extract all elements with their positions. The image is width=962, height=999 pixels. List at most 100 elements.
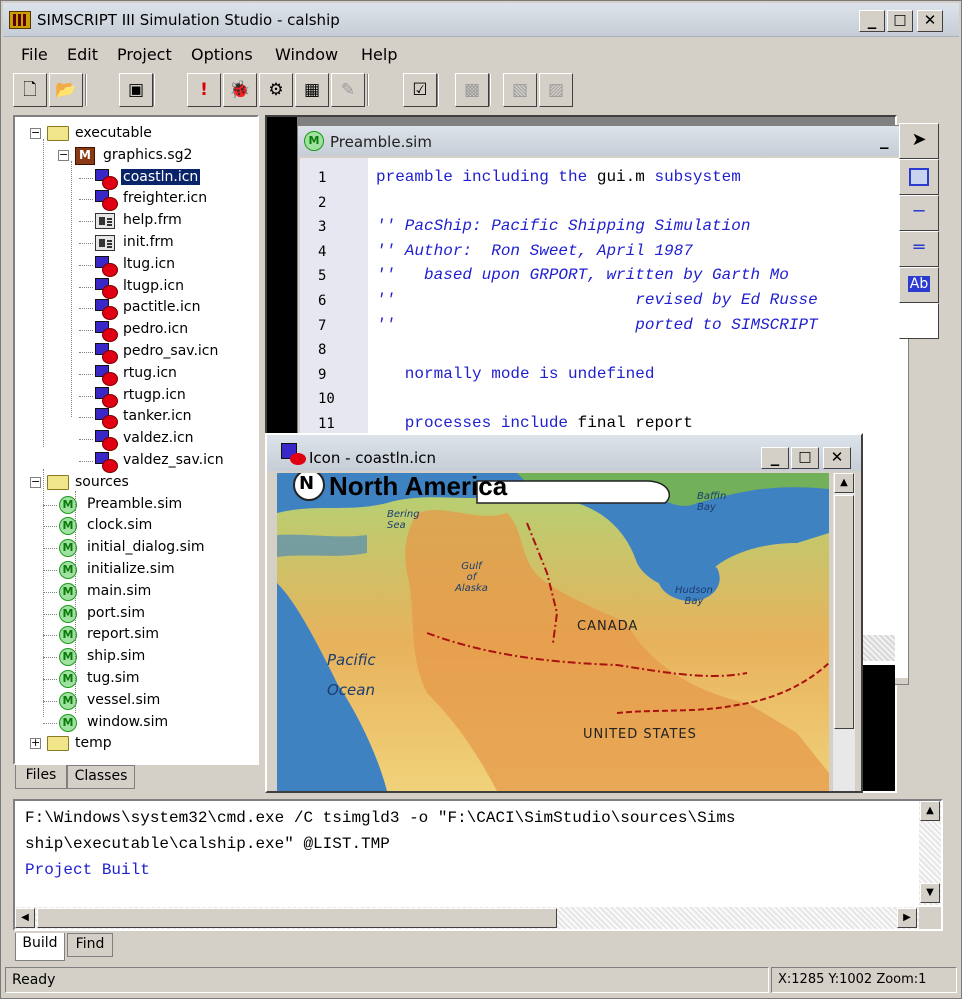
maximize-button[interactable]: □: [887, 10, 913, 32]
open-folder-icon[interactable]: 📂: [49, 73, 83, 107]
tree-connector: [79, 417, 93, 419]
tree-item[interactable]: init.frm: [15, 232, 255, 254]
tree-item-label: valdez.icn: [123, 430, 194, 447]
tree-item[interactable]: Mport.sim: [15, 603, 255, 625]
output-vertical-scrollbar[interactable]: ▲ ▼: [919, 801, 941, 905]
north-america-map[interactable]: N North America Bering Sea Gulf of Alask…: [277, 473, 829, 791]
output-scroll-right-icon[interactable]: ▶: [897, 908, 917, 928]
map-label-ocean: Ocean: [327, 681, 375, 699]
build-output-pane[interactable]: F:\Windows\system32\cmd.exe /C tsimgld3 …: [13, 799, 943, 931]
icon-minimize-button[interactable]: _: [761, 447, 789, 469]
new-file-icon[interactable]: 🗋: [13, 73, 47, 107]
menu-file[interactable]: File: [21, 45, 48, 64]
tree-item[interactable]: ltugp.icn: [15, 276, 255, 299]
close-button[interactable]: ✕: [917, 10, 943, 32]
code-line: '' Author: Ron Sweet, April 1987: [376, 242, 693, 260]
tree-item[interactable]: Mmain.sim: [15, 581, 255, 603]
expand-plus-icon[interactable]: +: [30, 737, 41, 750]
collapse-minus-icon[interactable]: −: [30, 127, 41, 139]
tree-item[interactable]: ltug.icn: [15, 254, 255, 277]
tree-item[interactable]: coastln.icn: [15, 167, 255, 190]
tree-item[interactable]: Mtug.sim: [15, 668, 255, 690]
sim-file-icon: M: [304, 131, 324, 151]
icon-window-title-bar[interactable]: Icon - coastln.icn _ □ ✕: [267, 435, 861, 471]
grid-disabled-icon[interactable]: ▩: [455, 73, 489, 107]
text-tool-glyph: Ab: [907, 276, 931, 292]
tree-item[interactable]: pactitle.icn: [15, 297, 255, 321]
menu-project[interactable]: Project: [117, 45, 172, 64]
tree-item[interactable]: valdez.icn: [15, 428, 255, 452]
tree-item-label: clock.sim: [87, 517, 153, 534]
minimize-button[interactable]: _: [859, 10, 885, 32]
map-title: North America: [329, 473, 508, 501]
collapse-minus-icon[interactable]: −: [30, 476, 41, 488]
tree-item-label: tanker.icn: [123, 408, 192, 425]
tree-item[interactable]: − executable: [15, 123, 255, 145]
editor-title-bar[interactable]: M Preamble.sim _: [298, 126, 908, 156]
tree-item[interactable]: − sources: [15, 472, 255, 494]
tree-item[interactable]: help.frm: [15, 210, 255, 232]
tab-find[interactable]: Find: [67, 933, 113, 957]
pointer-arrow-icon[interactable]: ➤: [899, 123, 939, 159]
tab-classes[interactable]: Classes: [67, 765, 135, 789]
collapse-minus-icon[interactable]: −: [58, 149, 69, 161]
tab-files[interactable]: Files: [15, 765, 67, 789]
tree-item[interactable]: Mreport.sim: [15, 624, 255, 646]
tree-item[interactable]: tanker.icn: [15, 406, 255, 430]
tree-connector: [79, 352, 93, 353]
graphic-disabled-icon[interactable]: ▧: [503, 73, 537, 107]
icon-file-icon: [95, 408, 118, 430]
line-number: 6: [318, 293, 327, 309]
tree-item[interactable]: Mship.sim: [15, 646, 255, 668]
tree-connector: [79, 264, 93, 266]
tree-item[interactable]: rtugp.icn: [15, 385, 255, 408]
properties-icon[interactable]: ☑: [403, 73, 437, 107]
tree-item[interactable]: rtug.icn: [15, 363, 255, 386]
tree-item[interactable]: Minitialize.sim: [15, 559, 255, 581]
tree-item[interactable]: + temp: [15, 733, 255, 755]
tab-build[interactable]: Build: [15, 933, 65, 961]
graphic2-disabled-icon[interactable]: ▨: [539, 73, 573, 107]
tree-item[interactable]: Mvessel.sim: [15, 690, 255, 712]
tree-item[interactable]: valdez_sav.icn: [15, 450, 255, 473]
tree-item[interactable]: M Preamble.sim: [15, 494, 255, 516]
double-line-tool-icon[interactable]: ═: [899, 231, 939, 267]
output-scroll-thumb[interactable]: [37, 908, 557, 928]
debug-bug-icon[interactable]: 🐞: [223, 73, 257, 107]
tree-item-label: port.sim: [87, 604, 145, 621]
menu-window[interactable]: Window: [275, 45, 338, 64]
text-tool-icon[interactable]: Ab: [899, 267, 939, 303]
compile-icon[interactable]: ⚙: [259, 73, 293, 107]
double-line-tool-glyph: ═: [913, 237, 925, 258]
tree-item[interactable]: Mclock.sim: [15, 515, 255, 537]
menu-options[interactable]: Options: [191, 45, 253, 64]
output-scroll-left-icon[interactable]: ◀: [15, 908, 35, 928]
blank-tool-icon[interactable]: [899, 303, 939, 339]
tree-item[interactable]: Minitial_dialog.sim: [15, 537, 255, 559]
output-scroll-up-icon[interactable]: ▲: [920, 801, 940, 821]
menu-help[interactable]: Help: [361, 45, 397, 64]
scroll-up-arrow-icon[interactable]: ▲: [834, 473, 854, 493]
icon-maximize-button[interactable]: □: [791, 447, 819, 469]
line-number: 8: [318, 342, 327, 359]
map-vertical-scrollbar[interactable]: ▲: [833, 473, 855, 791]
icon-close-button[interactable]: ✕: [823, 447, 851, 469]
map-scroll-thumb[interactable]: [834, 495, 854, 729]
output-horizontal-scrollbar[interactable]: ◀ ▶: [15, 907, 919, 929]
tree-item-label: init.frm: [123, 234, 174, 250]
project-tree[interactable]: −executable−graphics.sg2coastln.icnfreig…: [13, 115, 259, 765]
rectangle-tool-icon[interactable]: □: [899, 159, 939, 195]
build-icon[interactable]: ▣: [119, 73, 153, 107]
tree-item[interactable]: − graphics.sg2: [15, 145, 255, 167]
tree-item[interactable]: pedro_sav.icn: [15, 341, 255, 364]
line-tool-icon[interactable]: ─: [899, 195, 939, 231]
link-icon[interactable]: ▦: [295, 73, 329, 107]
tree-item[interactable]: freighter.icn: [15, 188, 255, 212]
icon-editor-window[interactable]: Icon - coastln.icn _ □ ✕ N North America…: [265, 433, 863, 793]
edit-disabled-icon[interactable]: ✎: [331, 73, 365, 107]
run-exclamation-icon[interactable]: !: [187, 73, 221, 107]
output-scroll-down-icon[interactable]: ▼: [920, 883, 940, 903]
tree-item[interactable]: pedro.icn: [15, 319, 255, 343]
tree-item[interactable]: Mwindow.sim: [15, 712, 255, 734]
menu-edit[interactable]: Edit: [67, 45, 98, 64]
